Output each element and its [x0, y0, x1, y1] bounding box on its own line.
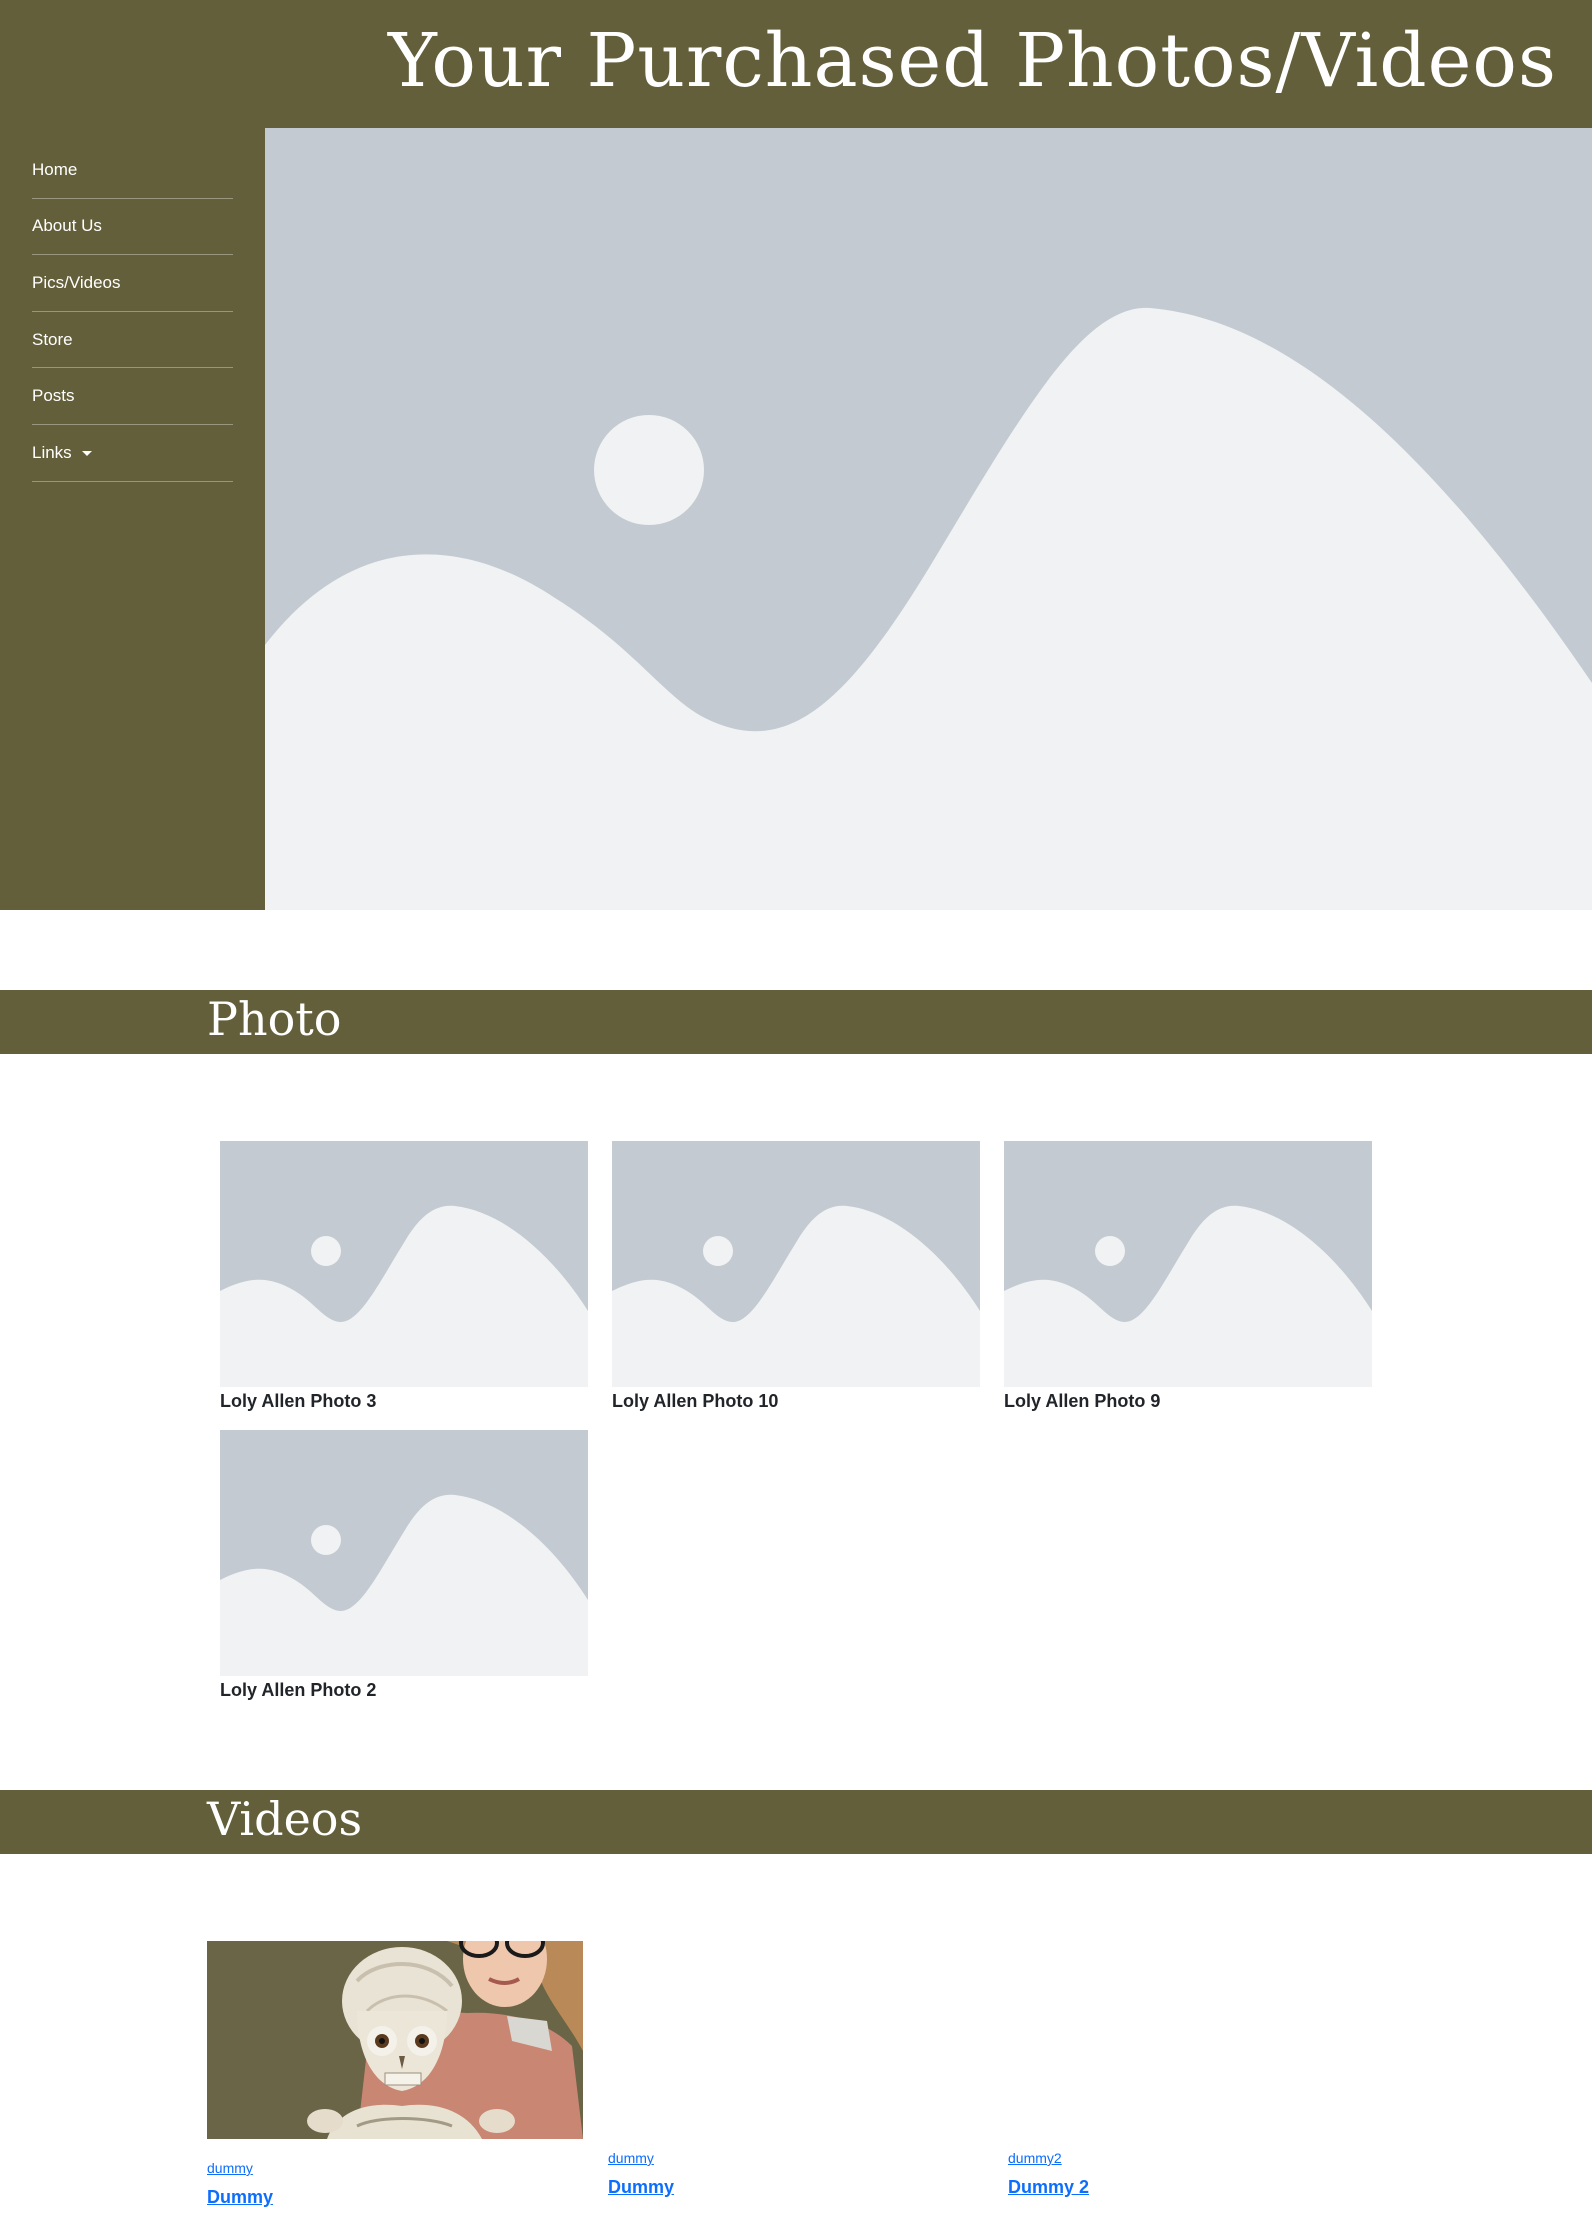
sidebar-item-posts[interactable]: Posts: [32, 368, 233, 425]
nav-list: Home About Us Pics/Videos Store Posts Li…: [32, 142, 233, 482]
photo-section-title: Photo: [207, 992, 342, 1046]
video-card[interactable]: dummy2 Dummy 2: [1008, 2149, 1388, 2198]
sidebar-item-store[interactable]: Store: [32, 312, 233, 369]
sidebar-item-label: Pics/Videos: [32, 272, 121, 292]
sidebar-item-label: Home: [32, 159, 78, 179]
sidebar-item-label: Links: [32, 442, 72, 462]
sidebar-item-home[interactable]: Home: [32, 142, 233, 199]
image-placeholder-icon: [1004, 1141, 1372, 1387]
video-category-link[interactable]: dummy2: [1008, 2149, 1388, 2167]
video-section-title: Videos: [207, 1792, 363, 1846]
photo-caption: Loly Allen Photo 3: [220, 1391, 377, 1411]
photo-caption: Loly Allen Photo 2: [220, 1680, 377, 1700]
video-thumbnail[interactable]: [207, 1941, 583, 2139]
photo-card[interactable]: Loly Allen Photo 9: [1004, 1141, 1372, 1412]
video-title-link[interactable]: Dummy: [207, 2186, 587, 2208]
photo-card[interactable]: Loly Allen Photo 3: [220, 1141, 588, 1412]
video-card[interactable]: dummy Dummy: [207, 1941, 587, 2208]
video-title-link[interactable]: Dummy: [608, 2176, 988, 2198]
sidebar-item-label: Store: [32, 329, 73, 349]
sidebar-item-about-us[interactable]: About Us: [32, 199, 233, 256]
image-placeholder-icon: [220, 1141, 588, 1387]
video-card[interactable]: dummy Dummy: [608, 2149, 988, 2198]
photo-card[interactable]: Loly Allen Photo 10: [612, 1141, 980, 1412]
hero-image: [265, 128, 1592, 910]
sidebar-item-pics-videos[interactable]: Pics/Videos: [32, 255, 233, 312]
video-section-header: Videos: [0, 1790, 1592, 1854]
photo-section-header: Photo: [0, 990, 1592, 1054]
sidebar-item-label: About Us: [32, 216, 102, 236]
photo-thumbnail[interactable]: [220, 1430, 588, 1676]
sidebar: Home About Us Pics/Videos Store Posts Li…: [0, 128, 265, 910]
photo-card[interactable]: Loly Allen Photo 2: [220, 1430, 588, 1701]
video-category-link[interactable]: dummy: [207, 2159, 587, 2177]
video-preview-image: [207, 1941, 583, 2139]
dropdown-caret-icon[interactable]: [81, 451, 92, 457]
sidebar-item-label: Posts: [32, 386, 75, 406]
image-placeholder-icon: [265, 128, 1592, 910]
video-title-link[interactable]: Dummy 2: [1008, 2176, 1388, 2198]
header-bar: Your Purchased Photos/Videos: [0, 0, 1592, 128]
photo-thumbnail[interactable]: [1004, 1141, 1372, 1387]
image-placeholder-icon: [220, 1430, 588, 1676]
page-title: Your Purchased Photos/Videos: [388, 18, 1557, 104]
photo-caption: Loly Allen Photo 10: [612, 1391, 779, 1411]
photo-thumbnail[interactable]: [612, 1141, 980, 1387]
sidebar-item-links[interactable]: Links: [32, 425, 233, 482]
photo-thumbnail[interactable]: [220, 1141, 588, 1387]
image-placeholder-icon: [612, 1141, 980, 1387]
photo-caption: Loly Allen Photo 9: [1004, 1391, 1161, 1411]
video-category-link[interactable]: dummy: [608, 2149, 988, 2167]
